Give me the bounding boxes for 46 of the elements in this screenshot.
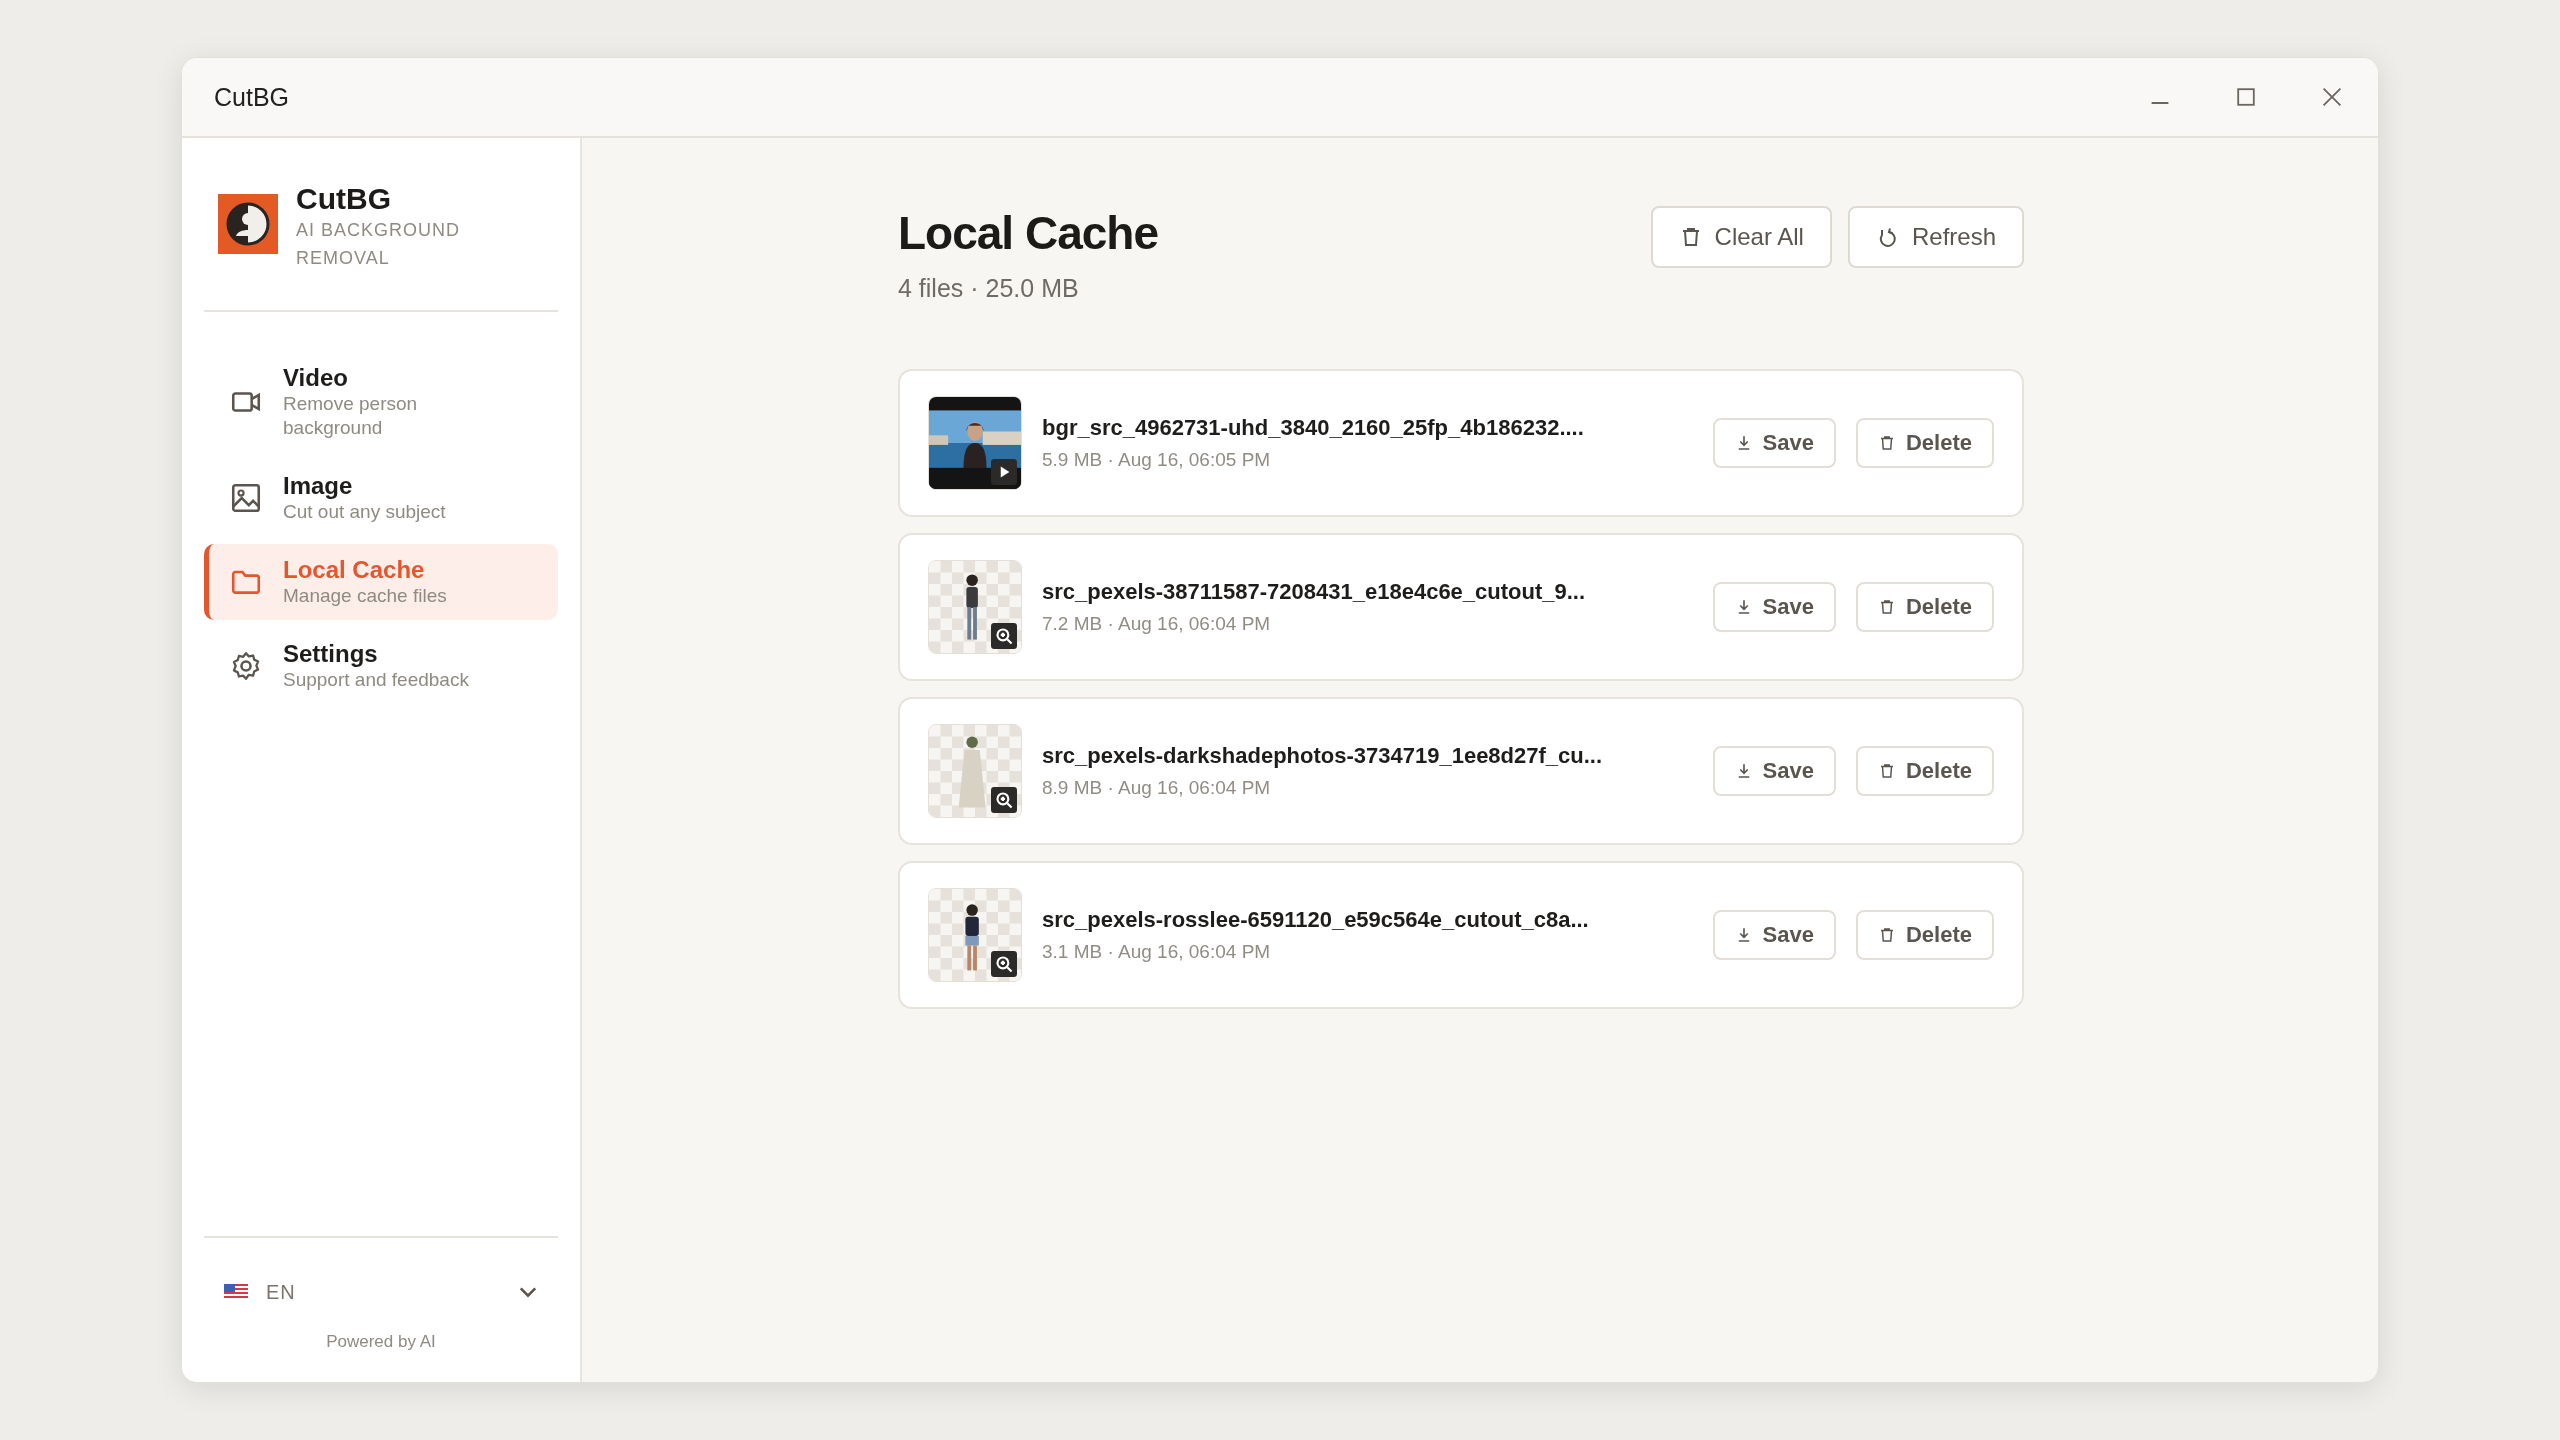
save-button[interactable]: Save bbox=[1712, 418, 1836, 468]
app-name: CutBG bbox=[296, 182, 392, 216]
close-icon[interactable] bbox=[2320, 85, 2344, 109]
nav-description: Manage cache files bbox=[283, 584, 447, 608]
file-meta: 3.1 MB · Aug 16, 06:04 PM bbox=[1042, 941, 1272, 963]
nav-item[interactable]: Image Cut out any subject bbox=[204, 460, 558, 536]
flag-icon bbox=[224, 1284, 248, 1300]
file-meta: 5.9 MB · Aug 16, 06:05 PM bbox=[1042, 449, 1272, 471]
save-button[interactable]: Save bbox=[1712, 910, 1836, 960]
page-title: Local Cache bbox=[898, 206, 1158, 260]
file-summary: 4 files · 25.0 MB bbox=[898, 274, 1080, 303]
file-name: src_pexels-darkshadephotos-3734719_1ee8d27f_cu... bbox=[1042, 743, 1604, 769]
nav-item[interactable]: Settings Support and feedback bbox=[204, 628, 558, 704]
language-code: EN bbox=[266, 1280, 297, 1304]
window-title: CutBG bbox=[214, 82, 290, 112]
save-button[interactable]: Save bbox=[1712, 582, 1836, 632]
delete-button[interactable]: Delete bbox=[1855, 418, 1994, 468]
nav-label: Video bbox=[283, 364, 349, 392]
file-name: src_pexels-rosslee-6591120_e59c564e_cutout_c8a... bbox=[1042, 907, 1590, 933]
nav-description: Cut out any subject bbox=[283, 500, 446, 524]
delete-button[interactable]: Delete bbox=[1855, 582, 1994, 632]
file-meta: 8.9 MB · Aug 16, 06:04 PM bbox=[1042, 777, 1272, 799]
zoom-icon bbox=[991, 787, 1017, 813]
nav-item[interactable]: Video Remove person background bbox=[204, 352, 558, 452]
refresh-button[interactable]: Refresh bbox=[1847, 206, 2024, 268]
clear-all-button[interactable]: Clear All bbox=[1650, 206, 1832, 268]
delete-button[interactable]: Delete bbox=[1855, 910, 1994, 960]
footer-text: Powered by AI bbox=[325, 1332, 437, 1353]
nav-label: Settings bbox=[283, 640, 379, 668]
play-icon bbox=[991, 459, 1017, 485]
zoom-icon bbox=[991, 623, 1017, 649]
zoom-icon bbox=[991, 951, 1017, 977]
logo-icon bbox=[218, 194, 278, 254]
delete-button[interactable]: Delete bbox=[1855, 746, 1994, 796]
nav-label: Local Cache bbox=[283, 556, 426, 584]
file-name: bgr_src_4962731-uhd_3840_2160_25fp_4b186232.... bbox=[1042, 415, 1585, 441]
file-meta: 7.2 MB · Aug 16, 06:04 PM bbox=[1042, 613, 1272, 635]
save-button[interactable]: Save bbox=[1712, 746, 1836, 796]
nav-description: Remove person background bbox=[283, 392, 419, 440]
maximize-icon[interactable] bbox=[2234, 85, 2258, 109]
app-tagline: AI BACKGROUND REMOVAL bbox=[296, 219, 462, 270]
nav-label: Image bbox=[283, 472, 354, 500]
language-selector[interactable]: EN bbox=[204, 1238, 558, 1332]
file-name: src_pexels-38711587-7208431_e18e4c6e_cutout_9... bbox=[1042, 579, 1587, 605]
image-icon bbox=[229, 481, 263, 515]
nav-description: Support and feedback bbox=[283, 668, 469, 692]
